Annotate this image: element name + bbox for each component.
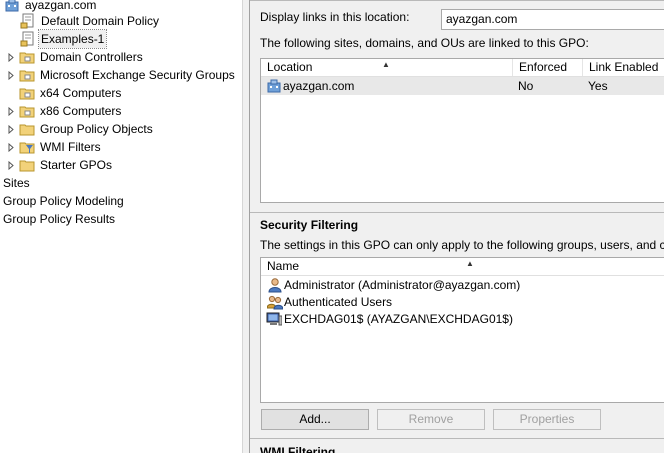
linked-locations-label: The following sites, domains, and OUs ar… [260,36,589,50]
tree-node-wmi-filters[interactable]: WMI Filters [7,138,103,156]
tree-node-exchange-security-groups[interactable]: Microsoft Exchange Security Groups [7,66,237,84]
column-label: Name [267,259,300,273]
list-item[interactable]: Authenticated Users [261,293,664,311]
properties-button[interactable]: Properties [493,409,601,430]
tree-node-label: Starter GPOs [40,158,113,172]
expand-arrow-icon[interactable] [7,156,15,174]
security-filtering-heading: Security Filtering [260,218,359,232]
links-list[interactable]: Location ▲ Enforced Link Enabled ayazgan… [260,58,664,203]
tree-node-starter-gpos[interactable]: Starter GPOs [7,156,114,174]
section-divider [250,212,664,213]
gpo-scope-pane: Display links in this location: ayazgan.… [250,0,664,453]
tree-node-label: Sites [3,176,30,190]
links-top-divider [250,0,664,1]
expand-arrow-icon[interactable] [7,102,15,120]
tree-node-x86-computers[interactable]: x86 Computers [7,102,123,120]
column-header-enforced[interactable]: Enforced [513,59,583,76]
tree-node-group-policy-modeling[interactable]: Group Policy Modeling [1,192,126,210]
column-label: Link Enabled [589,60,659,74]
tree-node-sites[interactable]: Sites [1,174,32,192]
tree-node-group-policy-results[interactable]: Group Policy Results [1,210,117,228]
column-label: Enforced [519,60,568,74]
links-list-header: Location ▲ Enforced Link Enabled [261,59,664,77]
cell-location: ayazgan.com [283,79,355,93]
column-label: Location [267,60,313,74]
security-list-header: Name ▲ [261,258,664,276]
tree-node-label: WMI Filters [40,140,101,154]
add-button[interactable]: Add... [261,409,369,430]
ou-folder-icon [19,49,35,65]
cell-enforced: No [518,79,534,93]
section-divider [250,438,664,439]
domain-icon [266,78,282,94]
tree-node-label: Domain Controllers [40,50,143,64]
ou-folder-icon [19,103,35,119]
tree-node-default-domain-policy[interactable]: Default Domain Policy [20,12,161,30]
user-icon [267,277,283,293]
expand-arrow-icon[interactable] [7,120,15,138]
tree-node-label: Default Domain Policy [41,14,160,28]
entry-name: Authenticated Users [284,295,393,309]
display-links-combo[interactable]: ayazgan.com [441,9,664,30]
column-header-link-enabled[interactable]: Link Enabled [583,59,664,76]
tree-node-label: Group Policy Results [3,212,116,226]
table-row[interactable]: ayazgan.com No Yes [261,77,664,95]
folder-icon [19,157,35,173]
pane-splitter[interactable] [242,0,250,453]
expand-arrow-icon[interactable] [7,48,15,66]
tree-node-examples-1[interactable]: Examples-1 [20,29,108,49]
folder-icon [19,121,35,137]
list-item[interactable]: EXCHDAG01$ (AYAZGAN\EXCHDAG01$) [261,310,664,328]
security-filtering-description: The settings in this GPO can only apply … [260,238,664,252]
remove-button[interactable]: Remove [377,409,485,430]
domain-icon [4,0,20,13]
console-tree: ayazgan.com Default Domain Policy Exampl… [0,0,242,453]
tree-node-label: Microsoft Exchange Security Groups [40,68,235,82]
display-links-label: Display links in this location: [260,10,410,24]
tree-node-label: Group Policy Modeling [3,194,124,208]
tree-node-domain-controllers[interactable]: Domain Controllers [7,48,145,66]
wmi-filtering-heading: WMI Filtering [260,445,336,453]
tree-node-group-policy-objects[interactable]: Group Policy Objects [7,120,155,138]
tree-node-x64-computers[interactable]: x64 Computers [19,84,123,102]
gpo-link-icon [20,13,36,29]
entry-name: EXCHDAG01$ (AYAZGAN\EXCHDAG01$) [284,312,513,326]
sort-ascending-icon: ▲ [382,60,390,69]
computer-icon [266,311,283,327]
sort-ascending-icon: ▲ [466,259,474,268]
tree-node-label: Group Policy Objects [40,122,153,136]
column-header-name[interactable]: Name [261,258,664,275]
cell-link-enabled: Yes [588,79,608,93]
ou-folder-icon [19,67,35,83]
tree-node-label: Examples-1 [37,29,108,49]
security-filtering-list[interactable]: Name ▲ Administrator (Administrator@ayaz… [260,257,664,403]
entry-name: Administrator (Administrator@ayazgan.com… [284,278,521,292]
tree-node-label: x86 Computers [40,104,122,118]
list-item[interactable]: Administrator (Administrator@ayazgan.com… [261,276,664,294]
expand-arrow-icon[interactable] [7,138,15,156]
tree-node-label: x64 Computers [40,86,122,100]
gpo-link-icon [20,31,36,47]
group-icon [266,294,284,310]
expand-arrow-icon[interactable] [7,66,15,84]
ou-folder-icon [19,85,35,101]
wmi-filter-folder-icon [19,139,35,155]
